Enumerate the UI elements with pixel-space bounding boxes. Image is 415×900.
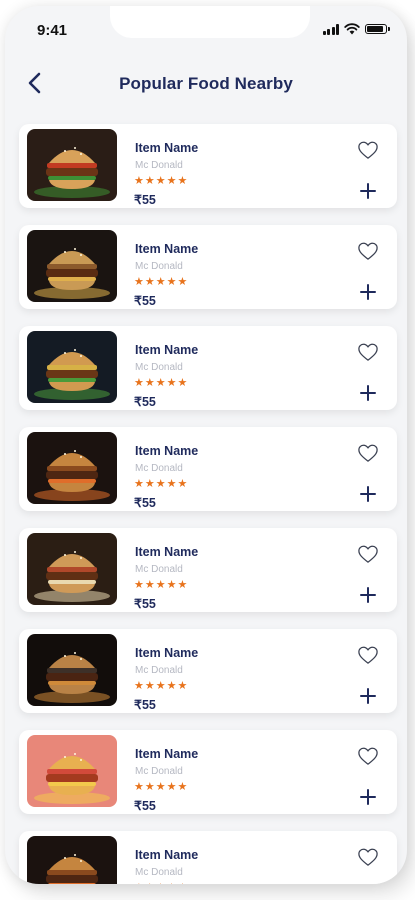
food-image <box>27 735 117 807</box>
star-rating: ★★★★★ <box>134 882 188 884</box>
notch <box>110 6 310 38</box>
add-to-cart-icon[interactable] <box>359 384 377 402</box>
heart-icon[interactable] <box>357 342 379 362</box>
food-card[interactable]: Item Name Mc Donald ★★★★★ ₹55 <box>19 730 397 814</box>
star-rating: ★★★★★ <box>134 175 189 187</box>
item-brand: Mc Donald <box>135 160 183 171</box>
star-rating: ★★★★★ <box>134 680 189 692</box>
item-name: Item Name <box>135 141 199 155</box>
status-time: 9:41 <box>37 22 68 39</box>
add-to-cart-icon[interactable] <box>359 586 377 604</box>
heart-icon[interactable] <box>357 443 379 463</box>
food-image <box>27 432 117 504</box>
item-name: Item Name <box>135 747 199 761</box>
item-brand: Mc Donald <box>135 362 183 373</box>
item-brand: Mc Donald <box>135 867 183 878</box>
item-name: Item Name <box>135 646 199 660</box>
item-price: ₹55 <box>134 294 156 308</box>
item-price: ₹55 <box>134 698 156 712</box>
item-price: ₹55 <box>134 193 156 207</box>
food-image <box>27 836 117 884</box>
battery-icon <box>365 24 390 34</box>
phone-screen: 9:41 Popular Food Nearby Item Name Mc Do… <box>5 6 407 884</box>
status-icons <box>322 23 390 35</box>
heart-icon[interactable] <box>357 645 379 665</box>
item-price: ₹55 <box>134 597 156 611</box>
food-image <box>27 331 117 403</box>
food-image <box>27 634 117 706</box>
star-rating: ★★★★★ <box>134 478 189 490</box>
food-card[interactable]: Item Name Mc Donald ★★★★★ ₹55 <box>19 831 397 884</box>
item-brand: Mc Donald <box>135 665 183 676</box>
food-card[interactable]: Item Name Mc Donald ★★★★★ ₹55 <box>19 326 397 410</box>
item-price: ₹55 <box>134 395 156 409</box>
food-image <box>27 129 117 201</box>
star-rating: ★★★★★ <box>134 579 189 591</box>
add-to-cart-icon[interactable] <box>359 687 377 705</box>
food-card[interactable]: Item Name Mc Donald ★★★★★ ₹55 <box>19 427 397 511</box>
header: Popular Food Nearby <box>5 62 407 102</box>
add-to-cart-icon[interactable] <box>359 788 377 806</box>
heart-icon[interactable] <box>357 140 379 160</box>
item-name: Item Name <box>135 848 199 862</box>
item-name: Item Name <box>135 545 199 559</box>
item-price: ₹55 <box>134 799 156 813</box>
star-rating: ★★★★★ <box>134 276 189 288</box>
item-brand: Mc Donald <box>135 564 183 575</box>
heart-icon[interactable] <box>357 544 379 564</box>
heart-icon[interactable] <box>357 241 379 261</box>
item-brand: Mc Donald <box>135 766 183 777</box>
add-to-cart-icon[interactable] <box>359 182 377 200</box>
wifi-icon <box>344 23 360 35</box>
heart-icon[interactable] <box>357 746 379 766</box>
food-image <box>27 230 117 302</box>
food-card[interactable]: Item Name Mc Donald ★★★★★ ₹55 <box>19 528 397 612</box>
item-name: Item Name <box>135 444 199 458</box>
signal-icon <box>322 23 339 35</box>
star-rating: ★★★★★ <box>134 377 189 389</box>
item-name: Item Name <box>135 242 199 256</box>
star-rating: ★★★★★ <box>134 781 189 793</box>
item-name: Item Name <box>135 343 199 357</box>
food-card[interactable]: Item Name Mc Donald ★★★★★ ₹55 <box>19 225 397 309</box>
food-card[interactable]: Item Name Mc Donald ★★★★★ ₹55 <box>19 629 397 713</box>
add-to-cart-icon[interactable] <box>359 485 377 503</box>
item-brand: Mc Donald <box>135 463 183 474</box>
food-card[interactable]: Item Name Mc Donald ★★★★★ ₹55 <box>19 124 397 208</box>
add-to-cart-icon[interactable] <box>359 283 377 301</box>
page-title: Popular Food Nearby <box>119 74 293 93</box>
item-brand: Mc Donald <box>135 261 183 272</box>
food-image <box>27 533 117 605</box>
food-list: Item Name Mc Donald ★★★★★ ₹55 Item Name … <box>19 124 397 884</box>
heart-icon[interactable] <box>357 847 379 867</box>
item-price: ₹55 <box>134 496 156 510</box>
